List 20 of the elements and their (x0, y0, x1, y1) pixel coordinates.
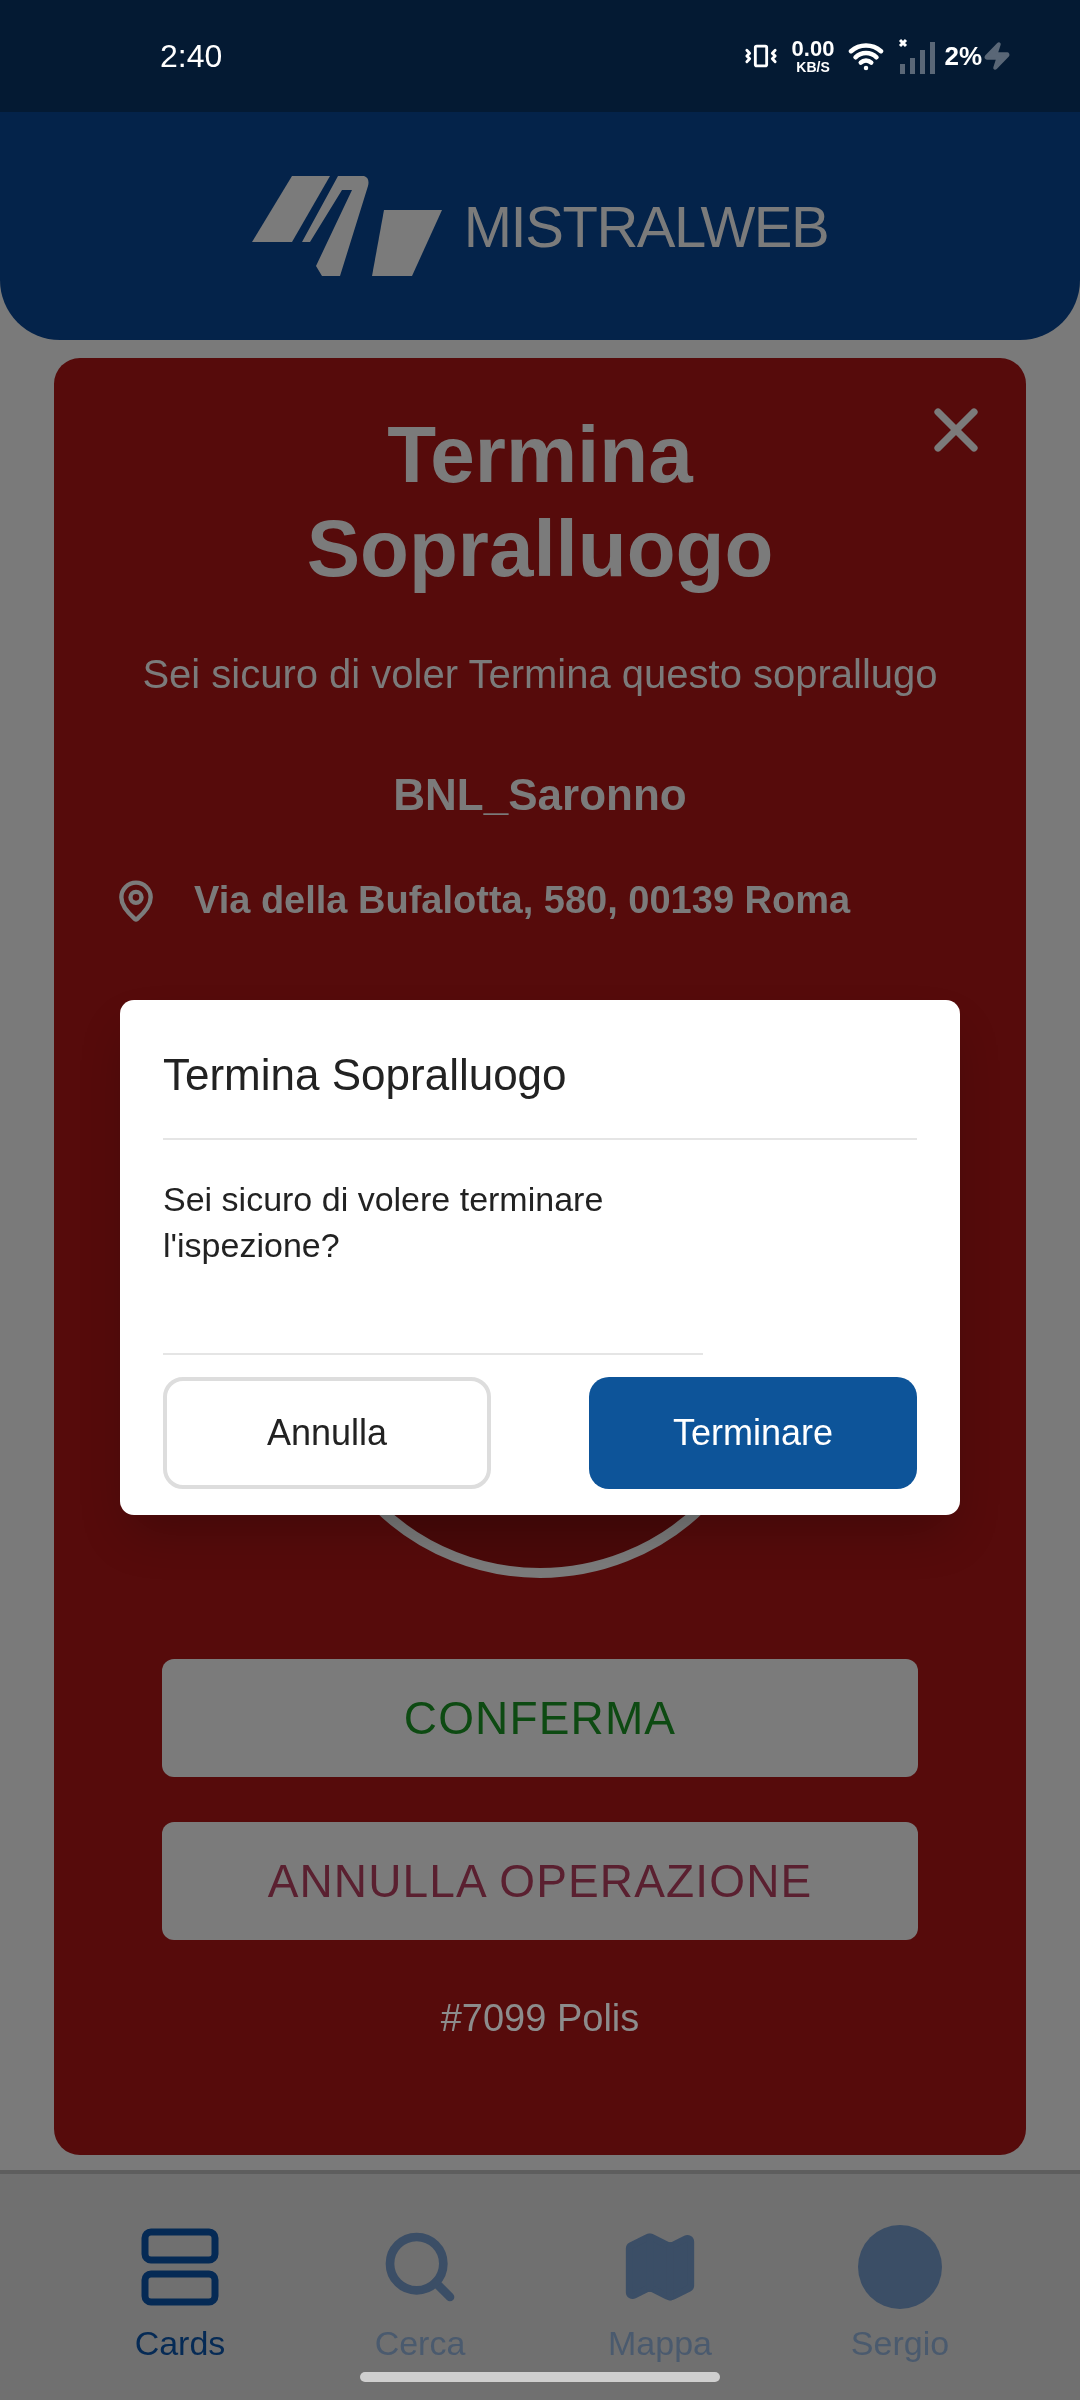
network-speed-unit: KB/S (796, 60, 830, 74)
card-title: Termina Sopralluogo (305, 409, 775, 595)
clock: 2:40 (160, 37, 223, 76)
signal-icon (896, 36, 937, 76)
address: Via della Bufalotta, 580, 00139 Roma (194, 878, 851, 923)
dialog-title: Termina Sopralluogo (163, 1000, 917, 1140)
logo-icon (251, 176, 442, 276)
card-subtitle: Sei sicuro di voler Termina questo soprallugo (141, 651, 939, 698)
cards-icon (141, 2228, 219, 2306)
terminate-button[interactable]: Terminare (589, 1377, 917, 1489)
nav-tab[interactable]: Cards (90, 2222, 270, 2372)
battery-level: 2% (944, 39, 982, 73)
network-speed: 0.00 (791, 38, 835, 60)
site-name: BNL_Saronno (393, 769, 687, 821)
confirm-button[interactable]: CONFERMA (162, 1659, 918, 1777)
dialog-message: Sei sicuro di volere terminare l'ispezione? (163, 1140, 703, 1355)
card-footer: #7099 Polis (440, 1990, 640, 2047)
cancel-button[interactable]: Annulla (163, 1377, 491, 1489)
cancel-operation-button[interactable]: ANNULLA OPERAZIONE (162, 1822, 918, 1940)
brand-name: MISTRALWEB (463, 192, 829, 261)
